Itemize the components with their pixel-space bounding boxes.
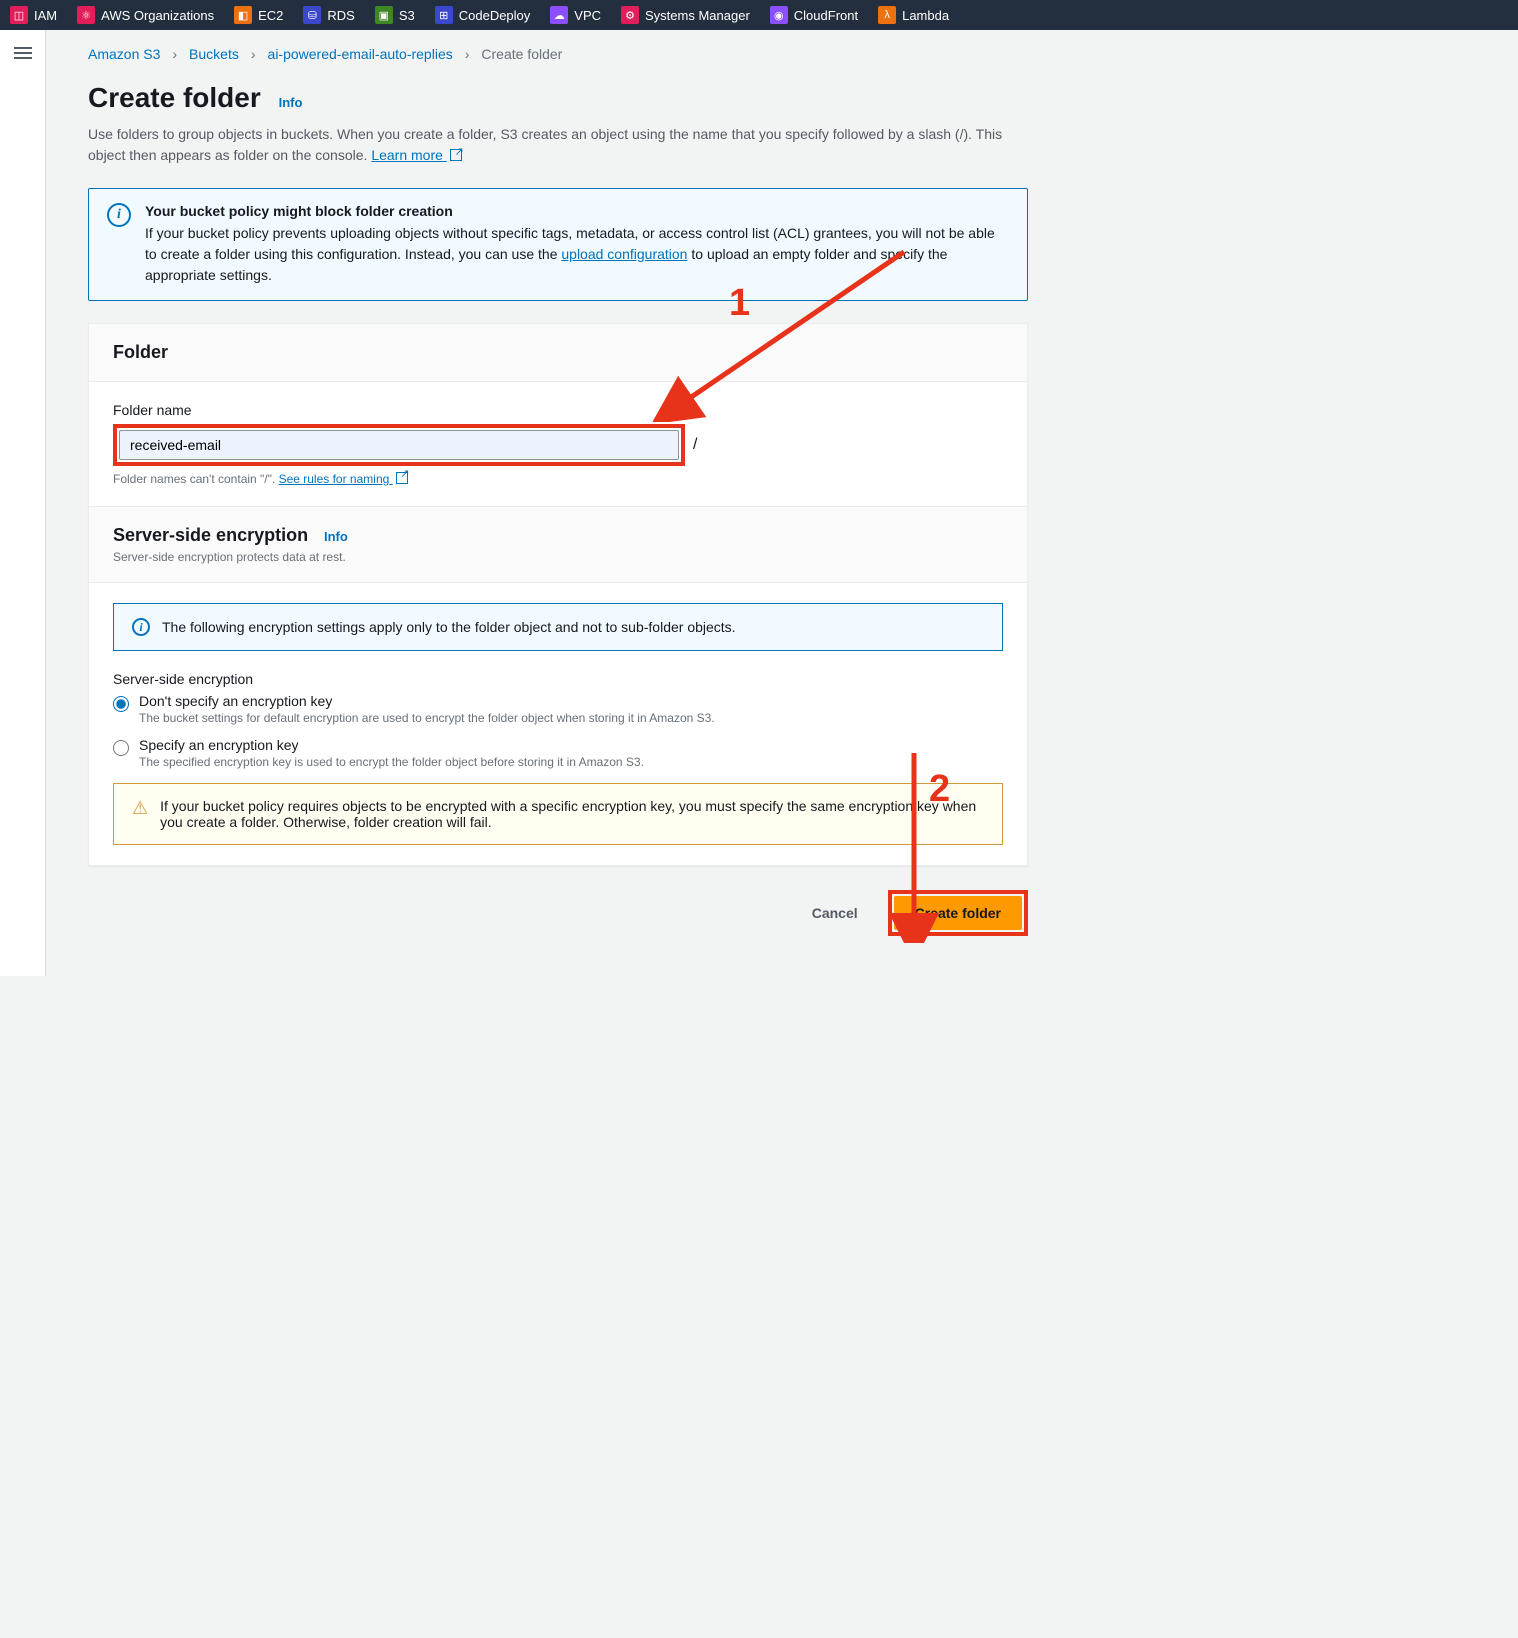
slash-suffix: /	[693, 436, 697, 454]
page-title: Create folder	[88, 82, 261, 114]
iam-icon: ◫	[10, 6, 28, 24]
encryption-group-label: Server-side encryption	[113, 671, 1003, 687]
warning-icon: ⚠	[132, 798, 148, 830]
annotation-arrow-2	[884, 743, 944, 943]
breadcrumb-s3[interactable]: Amazon S3	[88, 46, 160, 62]
chevron-icon: ›	[172, 46, 177, 62]
encryption-info-link[interactable]: Info	[324, 529, 348, 544]
nav-ssm[interactable]: ⚙Systems Manager	[611, 0, 760, 30]
hamburger-icon	[14, 44, 32, 976]
encryption-sub: Server-side encryption protects data at …	[113, 550, 1003, 564]
folder-panel: Folder Folder name / Folder names can't …	[88, 323, 1028, 866]
orgs-icon: ⚛	[77, 6, 95, 24]
s3-icon: ▣	[375, 6, 393, 24]
encryption-warning: ⚠ If your bucket policy requires objects…	[113, 783, 1003, 845]
external-link-icon	[450, 149, 462, 161]
folder-heading: Folder	[113, 342, 168, 363]
radio-no-key-desc: The bucket settings for default encrypti…	[139, 711, 715, 725]
external-link-icon	[396, 472, 408, 484]
vpc-icon: ☁	[550, 6, 568, 24]
nav-cloudfront[interactable]: ◉CloudFront	[760, 0, 868, 30]
breadcrumb-buckets[interactable]: Buckets	[189, 46, 239, 62]
cancel-button[interactable]: Cancel	[796, 897, 874, 929]
nav-s3[interactable]: ▣S3	[365, 0, 425, 30]
nav-vpc[interactable]: ☁VPC	[540, 0, 611, 30]
alert-title: Your bucket policy might block folder cr…	[145, 203, 1009, 219]
breadcrumb: Amazon S3 › Buckets › ai-powered-email-a…	[88, 46, 1028, 62]
radio-specify-key[interactable]	[113, 740, 129, 756]
cloudfront-icon: ◉	[770, 6, 788, 24]
annotation-highlight-1	[113, 424, 685, 466]
codedeploy-icon: ⊞	[435, 6, 453, 24]
ssm-icon: ⚙	[621, 6, 639, 24]
naming-rules-link[interactable]: See rules for naming	[279, 472, 408, 486]
breadcrumb-current: Create folder	[481, 46, 562, 62]
nav-codedeploy[interactable]: ⊞CodeDeploy	[425, 0, 541, 30]
radio-no-key-label: Don't specify an encryption key	[139, 693, 715, 709]
learn-more-link[interactable]: Learn more	[371, 147, 461, 163]
encryption-heading: Server-side encryption	[113, 525, 308, 546]
chevron-icon: ›	[465, 46, 470, 62]
breadcrumb-bucket-name[interactable]: ai-powered-email-auto-replies	[268, 46, 453, 62]
nav-iam[interactable]: ◫IAM	[0, 0, 67, 30]
nav-ec2[interactable]: ◧EC2	[224, 0, 293, 30]
info-icon: i	[107, 203, 131, 227]
top-nav: ◫IAM ⚛AWS Organizations ◧EC2 ⛁RDS ▣S3 ⊞C…	[0, 0, 1518, 30]
chevron-icon: ›	[251, 46, 256, 62]
ec2-icon: ◧	[234, 6, 252, 24]
page-description: Use folders to group objects in buckets.…	[88, 124, 1028, 166]
sidebar-toggle[interactable]	[0, 30, 46, 976]
lambda-icon: λ	[878, 6, 896, 24]
radio-no-key[interactable]	[113, 696, 129, 712]
info-link[interactable]: Info	[279, 95, 303, 110]
rds-icon: ⛁	[303, 6, 321, 24]
info-icon: i	[132, 618, 150, 636]
nav-rds[interactable]: ⛁RDS	[293, 0, 364, 30]
nav-lambda[interactable]: λLambda	[868, 0, 959, 30]
radio-specify-label: Specify an encryption key	[139, 737, 644, 753]
radio-specify-desc: The specified encryption key is used to …	[139, 755, 644, 769]
annotation-arrow-1	[644, 242, 924, 422]
nav-orgs[interactable]: ⚛AWS Organizations	[67, 0, 224, 30]
folder-name-input[interactable]	[119, 430, 679, 460]
encryption-scope-alert: i The following encryption settings appl…	[113, 603, 1003, 651]
folder-name-hint: Folder names can't contain "/". See rule…	[113, 472, 1003, 486]
